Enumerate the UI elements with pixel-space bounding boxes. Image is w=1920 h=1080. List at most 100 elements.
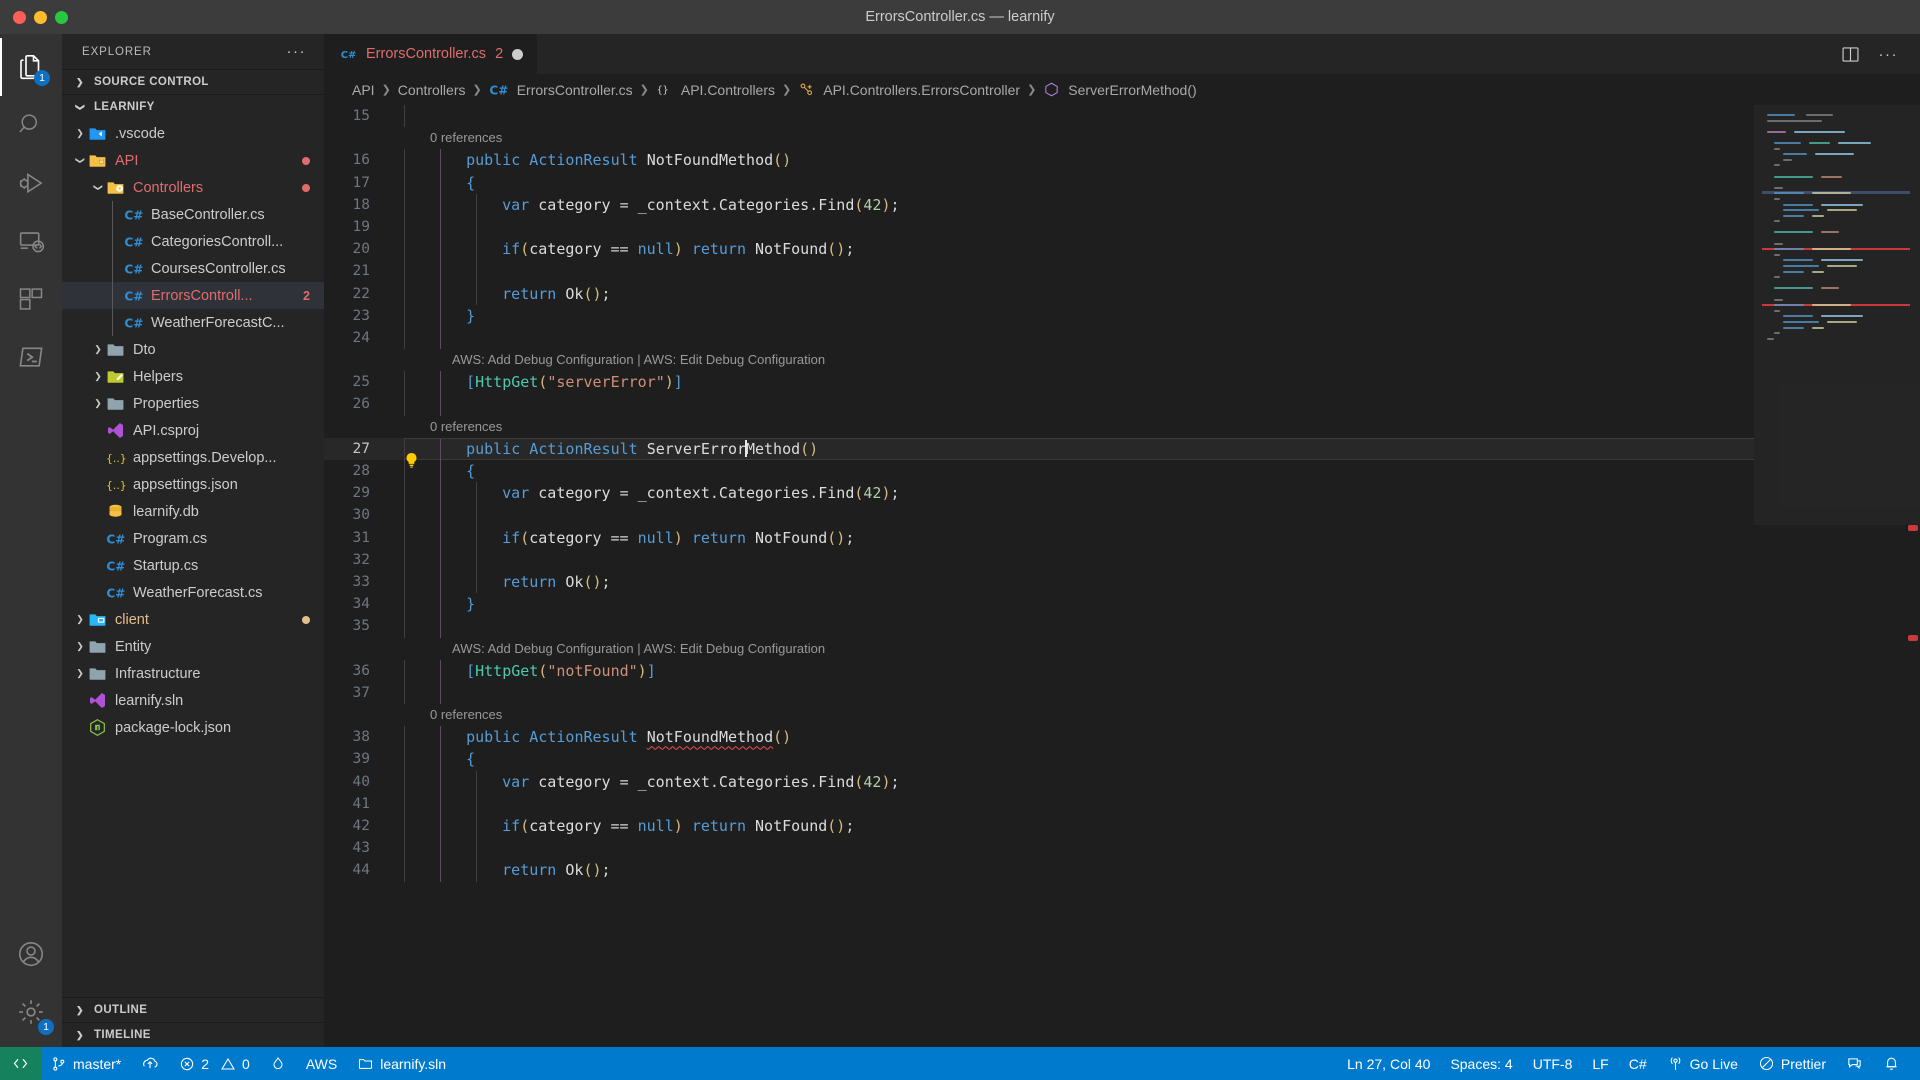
code-line[interactable]: 34} <box>324 593 1754 616</box>
status-cursor-position[interactable]: Ln 27, Col 40 <box>1337 1047 1440 1080</box>
codelens-references[interactable]: 0 references <box>324 704 1754 726</box>
code-line[interactable]: 40 var category = _context.Categories.Fin… <box>324 770 1754 793</box>
code-line[interactable]: 25 [HttpGet("serverError")] <box>324 371 1754 394</box>
activity-remote-explorer[interactable] <box>0 212 62 270</box>
unsaved-indicator[interactable] <box>512 48 524 60</box>
code-line[interactable]: 38 public ActionResult NotFoundMethod() <box>324 726 1754 749</box>
chevron-right-icon[interactable] <box>72 128 88 139</box>
tree-item[interactable]: .vscode <box>62 120 324 147</box>
code-line[interactable]: 20 if(category == null) return NotFound()… <box>324 238 1754 261</box>
tree-item[interactable]: Infrastructure <box>62 660 324 687</box>
codelens-references[interactable]: 0 references <box>324 416 1754 438</box>
tree-item[interactable]: Controllers <box>62 174 324 201</box>
code-line[interactable]: 42 if(category == null) return NotFound()… <box>324 815 1754 838</box>
sidebar-section-timeline[interactable]: TIMELINE <box>62 1022 324 1047</box>
status-feedback[interactable] <box>1836 1047 1873 1080</box>
code-line[interactable]: 37 <box>324 681 1754 705</box>
breadcrumb-item[interactable]: ServerErrorMethod() <box>1043 81 1197 98</box>
tree-item[interactable]: client <box>62 606 324 633</box>
activity-manage-settings[interactable]: 1 <box>0 983 62 1041</box>
chevron-down-icon[interactable] <box>72 155 88 166</box>
chevron-right-icon[interactable] <box>90 398 106 409</box>
code-line[interactable]: 15 <box>324 105 1754 128</box>
status-branch[interactable]: master* <box>41 1047 131 1080</box>
status-aws[interactable]: AWS <box>296 1047 347 1080</box>
breadcrumb-item[interactable]: API.Controllers.ErrorsController <box>798 81 1020 98</box>
sidebar-section-learnify[interactable]: LEARNIFY <box>62 94 324 119</box>
status-solution[interactable]: learnify.sln <box>347 1047 456 1080</box>
close-window-button[interactable] <box>13 10 26 24</box>
chevron-right-icon[interactable] <box>90 371 106 382</box>
code-line[interactable]: 41 <box>324 792 1754 815</box>
status-prettier[interactable]: Prettier <box>1748 1047 1836 1080</box>
code-line[interactable]: 24 <box>324 326 1754 350</box>
status-notifications[interactable] <box>1873 1047 1910 1080</box>
code-line[interactable]: 18 var category = _context.Categories.Fin… <box>324 193 1754 216</box>
code-line[interactable]: 21 <box>324 260 1754 283</box>
code-line[interactable]: 44 return Ok(); <box>324 859 1754 882</box>
status-language-mode[interactable]: C# <box>1619 1047 1657 1080</box>
tree-item[interactable]: C# WeatherForecast.cs <box>62 579 324 606</box>
tree-item[interactable]: C# CategoriesControll... <box>62 228 324 255</box>
activity-accounts[interactable] <box>0 925 62 983</box>
tree-item[interactable]: {..} appsettings.Develop... <box>62 444 324 471</box>
chevron-right-icon[interactable] <box>90 344 106 355</box>
split-editor-icon[interactable] <box>1840 44 1861 65</box>
tree-item[interactable]: C# BaseController.cs <box>62 201 324 228</box>
code-line[interactable]: 26 <box>324 393 1754 416</box>
tree-item[interactable]: C# Startup.cs <box>62 552 324 579</box>
breadcrumb-item[interactable]: API <box>352 82 375 98</box>
status-encoding[interactable]: UTF-8 <box>1523 1047 1583 1080</box>
tree-item[interactable]: C# Program.cs <box>62 525 324 552</box>
codelens-label[interactable]: AWS: Add Debug Configuration | AWS: Edit… <box>452 349 825 371</box>
code-line[interactable]: 27 public ActionResult ServerErrorMethod(… <box>324 437 1754 468</box>
minimize-window-button[interactable] <box>34 10 47 24</box>
codelens-references[interactable]: 0 references <box>324 127 1754 149</box>
code-line[interactable]: 39 { <box>324 748 1754 771</box>
tree-item[interactable]: C# CoursesController.cs <box>62 255 324 282</box>
code-line[interactable]: 31 if(category == null) return NotFound()… <box>324 526 1754 549</box>
breadcrumb-item[interactable]: C# ErrorsController.cs <box>489 80 633 100</box>
minimap-slider[interactable] <box>1754 105 1920 525</box>
code-editor[interactable]: 15 0 references 16 public ActionResult NotF… <box>324 105 1920 1047</box>
tree-item[interactable]: learnify.db <box>62 498 324 525</box>
code-line[interactable]: 22 return Ok(); <box>324 282 1754 305</box>
activity-aws-toolkit[interactable] <box>0 328 62 386</box>
code-line[interactable]: 35 <box>324 615 1754 638</box>
codelens-aws[interactable]: AWS: Add Debug Configuration | AWS: Edit… <box>324 349 1754 371</box>
maximize-window-button[interactable] <box>55 10 68 24</box>
tree-item[interactable]: learnify.sln <box>62 687 324 714</box>
activity-explorer[interactable]: 1 <box>0 38 62 96</box>
sidebar-section-source-control[interactable]: SOURCE CONTROL <box>62 69 324 94</box>
code-line[interactable]: 16 public ActionResult NotFoundMethod() <box>324 149 1754 172</box>
editor-more-actions[interactable]: ··· <box>1879 46 1899 63</box>
status-eol[interactable]: LF <box>1582 1047 1618 1080</box>
status-remote-indicator[interactable] <box>0 1047 41 1080</box>
minimap[interactable] <box>1754 105 1920 1047</box>
code-line[interactable]: 32 <box>324 548 1754 571</box>
code-line[interactable]: 29 var category = _context.Categories.Fin… <box>324 482 1754 505</box>
status-radon-flame[interactable] <box>260 1047 296 1080</box>
code-line[interactable]: 19 <box>324 215 1754 239</box>
chevron-right-icon[interactable] <box>72 614 88 625</box>
codelens-aws[interactable]: AWS: Add Debug Configuration | AWS: Edit… <box>324 638 1754 660</box>
chevron-right-icon[interactable] <box>72 641 88 652</box>
tree-item[interactable]: C# ErrorsControll... 2 <box>62 282 324 309</box>
status-problems[interactable]: 2 0 <box>169 1047 260 1080</box>
tree-item[interactable]: API.csproj <box>62 417 324 444</box>
activity-search[interactable] <box>0 96 62 154</box>
chevron-down-icon[interactable] <box>90 182 106 193</box>
activity-run-debug[interactable] <box>0 154 62 212</box>
tree-item[interactable]: Properties <box>62 390 324 417</box>
breadcrumb[interactable]: API ❯ Controllers ❯ C# ErrorsController.cs ❯ {}… <box>324 74 1920 105</box>
codelens-label[interactable]: 0 references <box>430 704 502 726</box>
codelens-label[interactable]: 0 references <box>430 127 502 149</box>
code-line[interactable]: 33 return Ok(); <box>324 570 1754 594</box>
tab-errorscontroller[interactable]: C# ErrorsController.cs 2 <box>324 34 538 74</box>
code-line[interactable]: 28 { <box>324 460 1754 483</box>
codelens-label[interactable]: AWS: Add Debug Configuration | AWS: Edit… <box>452 638 825 660</box>
chevron-right-icon[interactable] <box>72 668 88 679</box>
breadcrumb-item[interactable]: Controllers <box>398 82 466 98</box>
code-line[interactable]: 17 { <box>324 171 1754 194</box>
code-line[interactable]: 43 <box>324 837 1754 860</box>
